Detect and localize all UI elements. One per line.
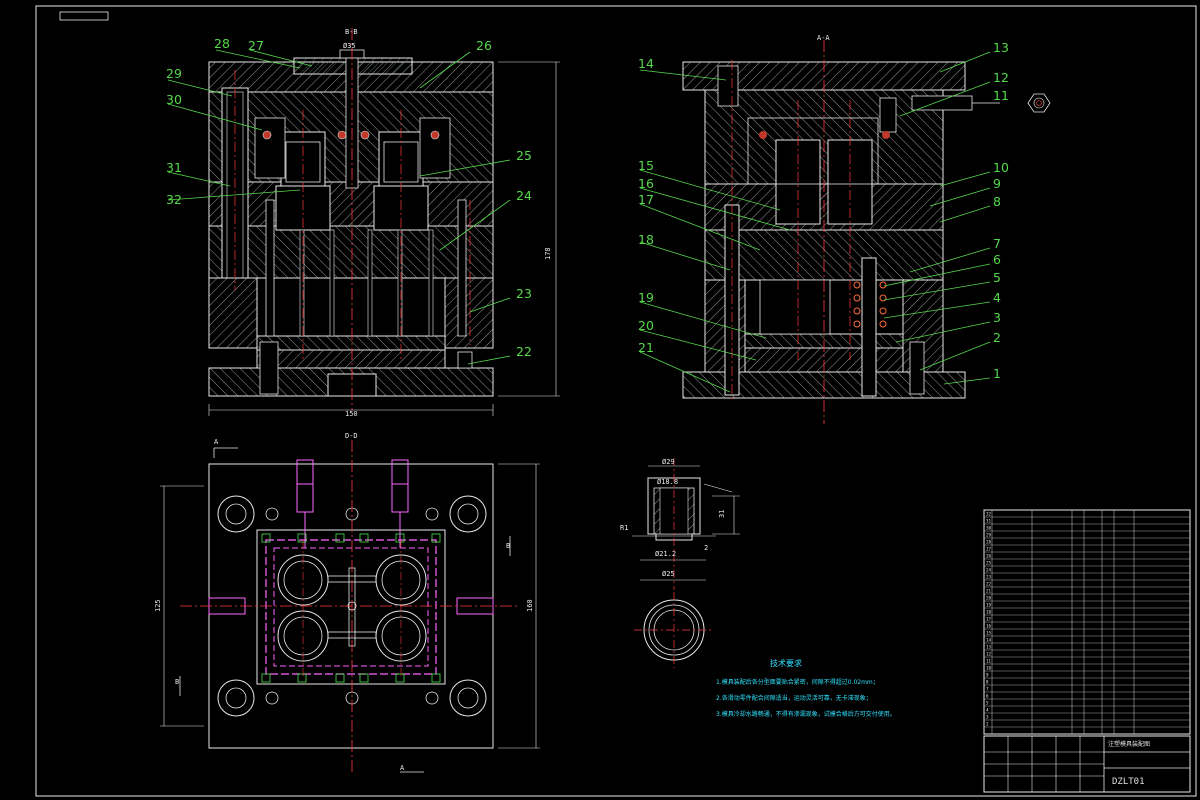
- label-8: 8: [993, 194, 1001, 209]
- label-18: 18: [638, 232, 654, 247]
- bom-row-number: 18: [986, 610, 992, 615]
- label-28: 28: [214, 36, 230, 51]
- part-step-dim: 2: [704, 544, 708, 552]
- part-fillet-dim: R1: [620, 524, 628, 532]
- bom-row-number: 3: [986, 715, 989, 720]
- label-22: 22: [516, 344, 532, 359]
- label-25: 25: [516, 148, 532, 163]
- plan-height-dim: 160: [526, 599, 534, 612]
- label-21: 21: [638, 340, 654, 355]
- label-29: 29: [166, 66, 182, 81]
- part-detail: [632, 458, 740, 668]
- bom-row-number: 20: [986, 596, 992, 601]
- bom-row-number: 4: [986, 708, 989, 713]
- label-10: 10: [993, 160, 1009, 175]
- label-19: 19: [638, 290, 654, 305]
- label-7: 7: [993, 236, 1001, 251]
- sprue-dim: Ø35: [343, 42, 356, 50]
- label-5: 5: [993, 270, 1001, 285]
- bom-row-number: 17: [986, 617, 992, 622]
- tech-note-2: 2.各滑动零件配合间隙适当，运动灵活可靠，无卡滞现象；: [716, 694, 872, 702]
- label-13: 13: [993, 40, 1009, 55]
- bom-row-number: 30: [986, 526, 992, 531]
- tech-note-3: 3.模具冷却水路畅通，不得有渗漏现象，试模合格后方可交付使用。: [716, 710, 896, 718]
- label-2: 2: [993, 330, 1001, 345]
- title-block-head: 注塑模具装配图: [1108, 740, 1150, 748]
- label-6: 6: [993, 252, 1001, 267]
- bom-row-number: 12: [986, 652, 992, 657]
- label-11: 11: [993, 88, 1009, 103]
- label-16: 16: [638, 176, 654, 191]
- section-mark-a-top: A: [214, 438, 219, 446]
- label-27: 27: [248, 38, 264, 53]
- bom-row-number: 32: [986, 512, 992, 517]
- front-height-dim: 178: [544, 247, 552, 260]
- section-mark-b-left: B: [175, 678, 179, 686]
- label-20: 20: [638, 318, 654, 333]
- bom-row-number: 2: [986, 722, 989, 727]
- bom-row-number: 8: [986, 680, 989, 685]
- label-23: 23: [516, 286, 532, 301]
- front-width-dim: 150: [345, 410, 358, 418]
- label-9: 9: [993, 176, 1001, 191]
- bom-row-number: 24: [986, 568, 992, 573]
- label-4: 4: [993, 290, 1001, 305]
- part-top-dia: Ø29: [662, 458, 675, 466]
- tech-notes-title: 技术要求: [770, 658, 802, 668]
- bom-row-number: 28: [986, 540, 992, 545]
- label-26: 26: [476, 38, 492, 53]
- tech-note-1: 1.模具装配后各分型面要贴合紧密，间隙不得超过0.02mm；: [716, 678, 879, 686]
- bom-row-number: 23: [986, 575, 992, 580]
- bom-row-number: 14: [986, 638, 992, 643]
- title-block: [983, 735, 1191, 793]
- bom-row-number: 6: [986, 694, 989, 699]
- section-mark-b-right: B: [506, 542, 510, 550]
- bom-row-number: 11: [986, 659, 992, 664]
- bom-row-number: 5: [986, 701, 989, 706]
- bom-row-number: 13: [986, 645, 992, 650]
- label-17: 17: [638, 192, 654, 207]
- section-mark-bb: B-B: [345, 28, 358, 36]
- bom-row-number: 25: [986, 561, 992, 566]
- label-31: 31: [166, 160, 182, 175]
- label-24: 24: [516, 188, 532, 203]
- label-15: 15: [638, 158, 654, 173]
- part-inner-dia: Ø18.8: [657, 478, 678, 486]
- part-outer-dia: Ø25: [662, 570, 675, 578]
- section-mark-dd: D-D: [345, 432, 358, 440]
- bom-row-number: 21: [986, 589, 992, 594]
- bom-row-number: 16: [986, 624, 992, 629]
- section-mark-a-bottom: A: [400, 764, 405, 772]
- corner-box: [59, 11, 109, 21]
- bom-row-number: 15: [986, 631, 992, 636]
- label-12: 12: [993, 70, 1009, 85]
- label-3: 3: [993, 310, 1001, 325]
- bom-row-number: 27: [986, 547, 992, 552]
- bom-row-number: 9: [986, 673, 989, 678]
- label-32: 32: [166, 192, 182, 207]
- part-height-dim: 31: [718, 510, 726, 518]
- section-mark-aa: A-A: [817, 34, 830, 42]
- bom-row-number: 26: [986, 554, 992, 559]
- plan-view: [160, 440, 540, 773]
- bom-row-number: 29: [986, 533, 992, 538]
- bom-row-number: 10: [986, 666, 992, 671]
- label-30: 30: [166, 92, 182, 107]
- part-bottom-dia: Ø21.2: [655, 550, 676, 558]
- bom-row-number: 22: [986, 582, 992, 587]
- bom-row-number: 19: [986, 603, 992, 608]
- bill-of-materials: 3231302928272625242322212019181716151413…: [983, 509, 1191, 735]
- bom-row-number: 31: [986, 519, 992, 524]
- assembly-drawing: 150 178 Ø35 B-B 28 27 26 29 30 25 31 24 …: [35, 5, 1197, 797]
- bom-row-number: 7: [986, 687, 989, 692]
- label-1: 1: [993, 366, 1001, 381]
- label-14: 14: [638, 56, 654, 71]
- front-section-view: [208, 28, 560, 416]
- drawing-number: DZLT01: [1112, 777, 1145, 787]
- plan-width-dim: 125: [154, 599, 162, 612]
